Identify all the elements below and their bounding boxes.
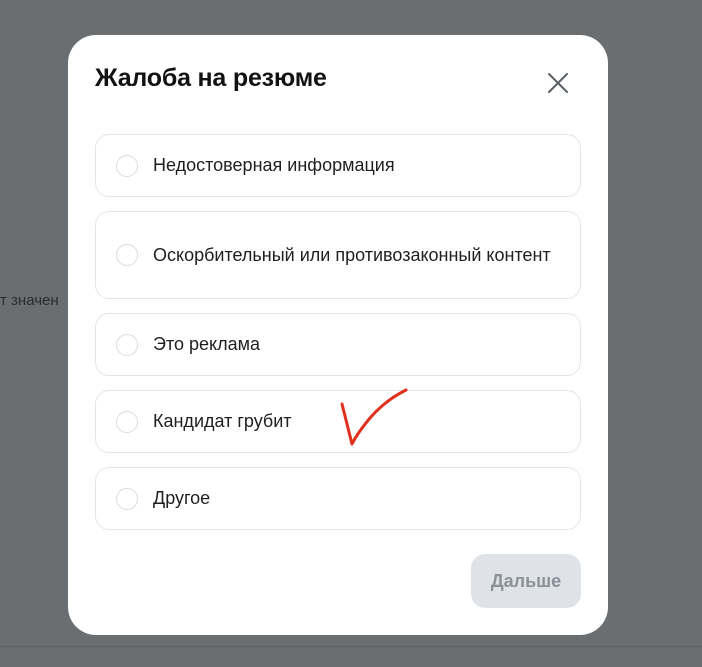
option-label: Недостоверная информация [153, 155, 395, 175]
background-partial-text: т значен [0, 292, 59, 309]
radio-button[interactable] [116, 410, 138, 433]
complaint-options: Недостоверная информация Оскорбительный … [95, 134, 581, 530]
option-label: Кандидат грубит [153, 411, 292, 431]
close-button[interactable] [544, 69, 572, 97]
modal-title: Жалоба на резюме [95, 64, 327, 92]
option-offensive-content[interactable]: Оскорбительный или противозаконный конте… [95, 211, 581, 299]
radio-button[interactable] [116, 244, 138, 266]
next-button[interactable]: Дальше [471, 554, 581, 608]
option-advertising[interactable]: Это реклама [95, 313, 581, 376]
option-label: Это реклама [153, 334, 260, 354]
option-other[interactable]: Другое [95, 467, 581, 530]
complaint-modal: Жалоба на резюме Недостоверная информаци… [68, 35, 608, 635]
close-icon [548, 73, 568, 93]
radio-button[interactable] [116, 154, 138, 177]
option-label: Оскорбительный или противозаконный конте… [153, 244, 551, 265]
background-divider [0, 646, 702, 647]
option-label: Другое [153, 488, 211, 508]
radio-button[interactable] [116, 333, 138, 356]
option-false-information[interactable]: Недостоверная информация [95, 134, 581, 197]
radio-button[interactable] [116, 487, 138, 510]
option-candidate-rude[interactable]: Кандидат грубит [95, 390, 581, 453]
